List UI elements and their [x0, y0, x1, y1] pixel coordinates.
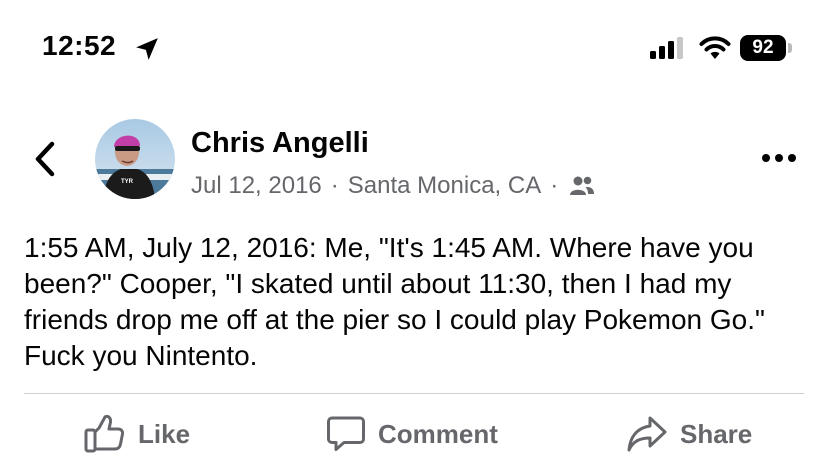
more-options-icon[interactable] [760, 152, 798, 164]
svg-text:TYR: TYR [121, 179, 134, 185]
share-arrow-icon [627, 416, 667, 452]
wifi-icon [699, 36, 731, 59]
avatar-photo: TYR [95, 119, 175, 199]
signal-icon [650, 37, 683, 59]
share-button[interactable]: Share [626, 410, 752, 458]
author-name[interactable]: Chris Angelli [191, 127, 369, 160]
comment-button[interactable]: Comment [326, 410, 498, 458]
comment-label: Comment [378, 418, 498, 449]
divider [24, 393, 804, 394]
back-chevron-icon[interactable] [30, 140, 60, 178]
status-time: 12:52 [42, 30, 117, 61]
avatar[interactable]: TYR [95, 119, 175, 199]
friends-icon [570, 176, 595, 195]
location-arrow-icon [136, 38, 158, 60]
post-date[interactable]: Jul 12, 2016 [191, 172, 322, 200]
like-button[interactable]: Like [84, 410, 190, 458]
post-location[interactable]: Santa Monica, CA [348, 172, 541, 200]
meta-separator: · [330, 172, 339, 199]
like-label: Like [138, 418, 191, 449]
post-text: 1:55 AM, July 12, 2016: Me, "It's 1:45 A… [24, 232, 765, 371]
battery-level: 92 [740, 35, 786, 61]
thumbs-up-icon [84, 414, 125, 453]
battery-cap [788, 43, 792, 53]
comment-bubble-icon [327, 416, 365, 451]
post-meta: Jul 12, 2016 · Santa Monica, CA · [191, 172, 595, 200]
share-label: Share [680, 418, 753, 449]
meta-separator: · [550, 172, 559, 199]
battery-indicator: 92 [740, 35, 792, 61]
